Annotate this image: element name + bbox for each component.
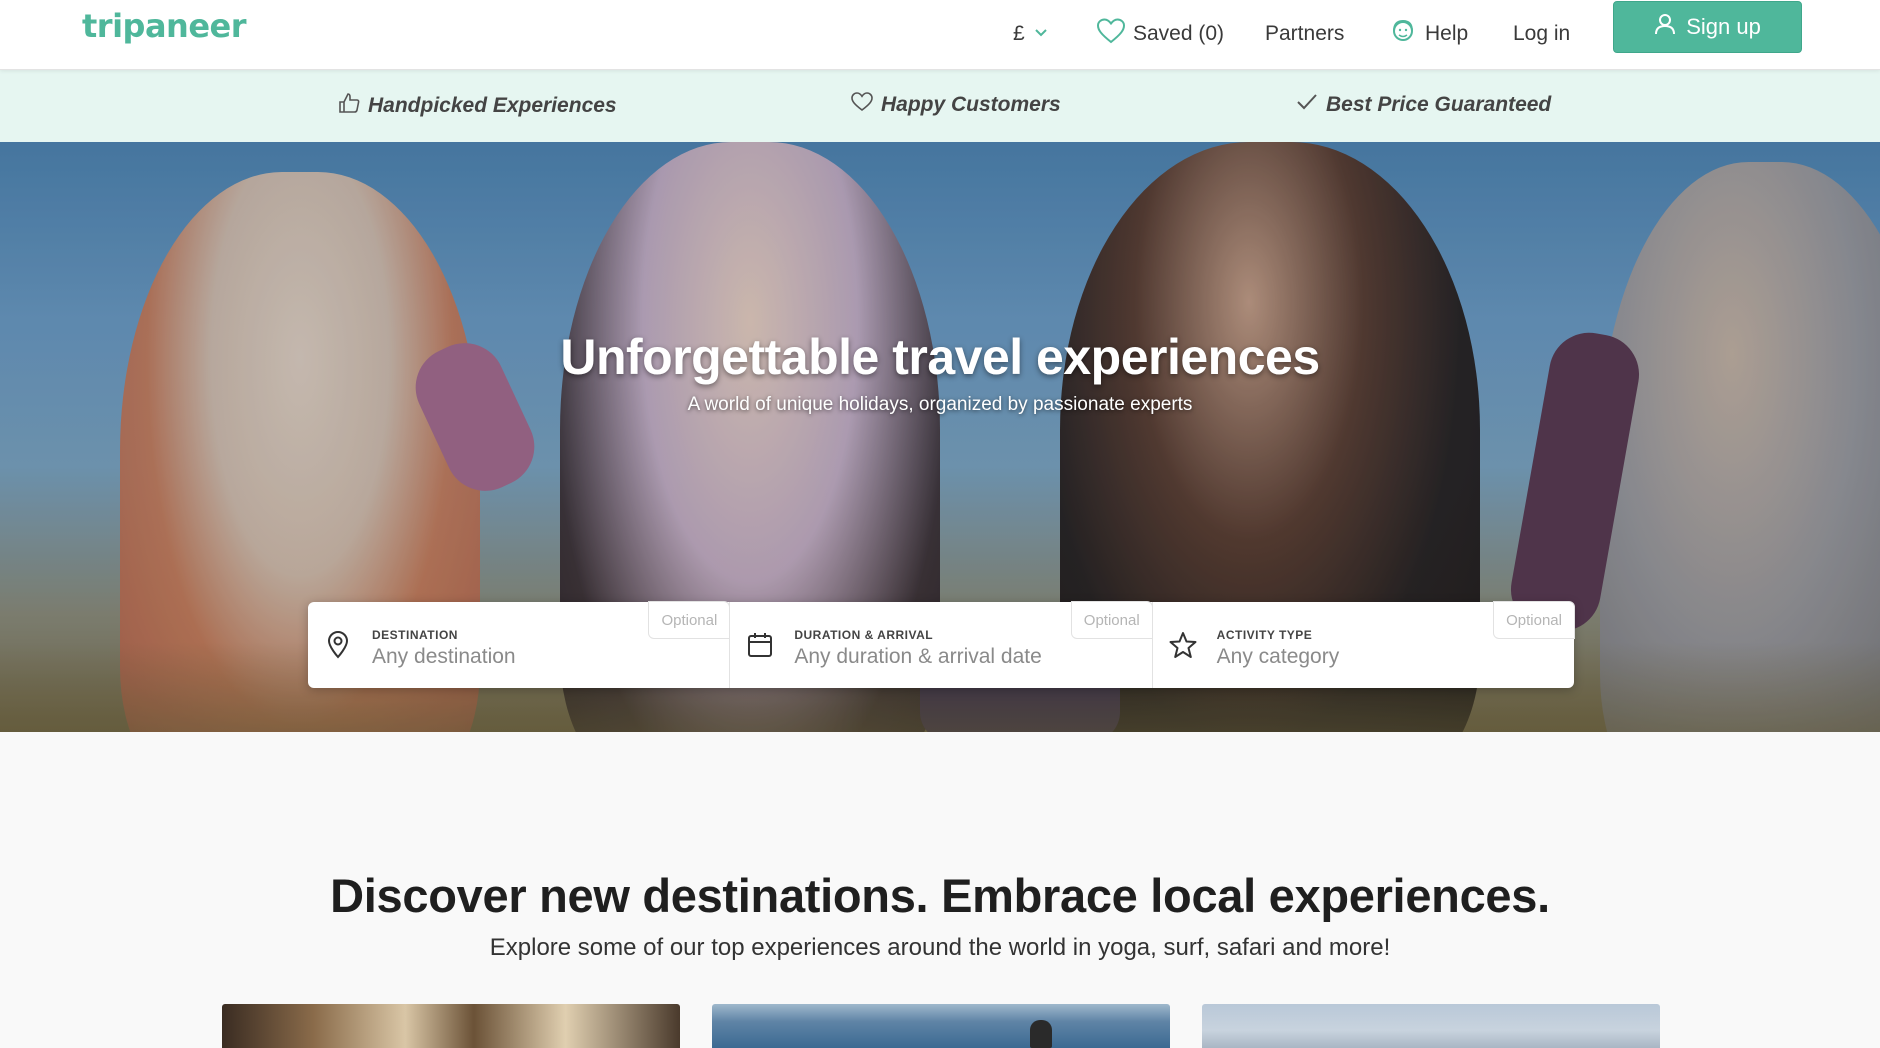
trust-item-happy: Happy Customers (851, 92, 1061, 118)
trust-label: Handpicked Experiences (368, 94, 617, 117)
logo[interactable]: tripaneer (82, 7, 247, 45)
headset-icon (1389, 17, 1417, 51)
search-bar: DESTINATION Any destination Optional DUR… (308, 601, 1575, 688)
experience-card-yoga[interactable] (222, 1004, 680, 1048)
hero-title: Unforgettable travel experiences (560, 329, 1320, 385)
trust-label: Happy Customers (881, 93, 1061, 116)
signup-label: Sign up (1686, 14, 1761, 39)
duration-value: Any duration & arrival date (794, 644, 1042, 668)
trust-bar: Handpicked Experiences Happy Customers B… (0, 70, 1880, 142)
help-label: Help (1425, 22, 1469, 45)
optional-tag: Optional (648, 601, 731, 639)
saved-label: Saved (0) (1133, 22, 1225, 45)
user-icon (1654, 13, 1676, 41)
heart-icon (851, 92, 873, 118)
partners-link[interactable]: Partners (1265, 14, 1344, 54)
saved-link[interactable]: Saved (0) (1096, 14, 1225, 54)
login-label: Log in (1513, 22, 1571, 45)
experience-card-surf[interactable] (712, 1004, 1170, 1048)
partners-label: Partners (1265, 22, 1345, 45)
destination-label: DESTINATION (372, 627, 458, 642)
optional-tag: Optional (1070, 601, 1153, 639)
duration-label: DURATION & ARRIVAL (794, 627, 934, 642)
calendar-icon (744, 629, 776, 661)
currency-label: £ (1013, 22, 1025, 45)
login-link[interactable]: Log in (1513, 14, 1570, 54)
site-header: tripaneer £ Saved (0) Partners Help Log … (0, 0, 1880, 70)
destination-value: Any destination (372, 644, 516, 668)
experience-card-safari[interactable] (1202, 1004, 1660, 1048)
trust-item-price: Best Price Guaranteed (1296, 92, 1551, 118)
discover-subtitle: Explore some of our top experiences arou… (489, 934, 1391, 961)
trust-label: Best Price Guaranteed (1326, 93, 1552, 116)
activity-type-value: Any category (1216, 644, 1340, 668)
heart-icon (1096, 18, 1126, 50)
activity-type-label: ACTIVITY TYPE (1216, 627, 1313, 642)
chevron-down-icon (1033, 22, 1049, 46)
star-icon (1167, 629, 1199, 661)
duration-arrival-field[interactable]: DURATION & ARRIVAL Any duration & arriva… (730, 601, 1153, 688)
activity-type-field[interactable]: ACTIVITY TYPE Any category Optional (1153, 601, 1575, 688)
optional-tag: Optional (1493, 601, 1575, 639)
trust-item-handpicked: Handpicked Experiences (338, 92, 617, 120)
discover-title: Discover new destinations. Embrace local… (330, 869, 1550, 922)
signup-button[interactable]: Sign up (1613, 1, 1802, 53)
location-pin-icon (322, 629, 354, 661)
hero-subtitle: A world of unique holidays, organized by… (687, 394, 1193, 415)
thumbs-up-icon (338, 92, 360, 120)
currency-selector[interactable]: £ (1013, 14, 1049, 54)
surfer-image (1030, 1020, 1052, 1048)
hero-banner: Unforgettable travel experiences A world… (0, 142, 1880, 732)
help-link[interactable]: Help (1389, 14, 1468, 54)
destination-field[interactable]: DESTINATION Any destination Optional (308, 601, 731, 688)
check-icon (1296, 92, 1318, 118)
